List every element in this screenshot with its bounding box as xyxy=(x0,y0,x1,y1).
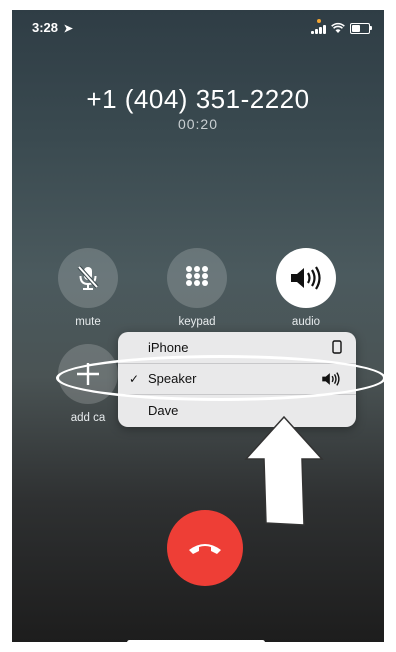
phone-icon xyxy=(332,340,342,354)
menu-item-label: Dave xyxy=(148,403,179,419)
annotation-up-arrow xyxy=(244,415,324,526)
location-icon: ➤ xyxy=(63,23,73,35)
audio-label: audio xyxy=(291,316,321,328)
microphone-indicator-dot xyxy=(317,19,321,23)
keypad-circle[interactable] xyxy=(167,248,227,308)
status-bar: 3:28 ➤ xyxy=(12,18,384,38)
signal-icon xyxy=(311,25,326,34)
audio-circle[interactable] xyxy=(276,248,336,308)
status-icons xyxy=(311,19,372,34)
speaker-icon xyxy=(291,266,321,290)
call-duration: 00:20 xyxy=(177,116,219,132)
battery-icon xyxy=(350,23,372,34)
status-time: 3:28 ➤ xyxy=(32,20,73,35)
mute-label: mute xyxy=(75,316,101,328)
caller-number: +1 (404) 351-2220 xyxy=(86,84,310,114)
end-call-button[interactable] xyxy=(167,510,243,586)
home-indicator[interactable] xyxy=(127,640,265,645)
mute-button[interactable]: mute xyxy=(58,248,118,328)
wifi-icon xyxy=(331,22,345,33)
add-call-label: add ca xyxy=(70,412,106,424)
audio-button[interactable]: audio xyxy=(276,248,336,328)
keypad-icon xyxy=(186,266,208,286)
mute-circle[interactable] xyxy=(58,248,118,308)
menu-item-label: iPhone xyxy=(148,339,189,355)
phone-screen: 3:28 ➤ +1 (404) 351-2220 00:20 mute keyp… xyxy=(12,10,384,642)
annotation-ellipse xyxy=(56,355,384,401)
battery-level xyxy=(352,25,360,32)
mic-off-icon xyxy=(77,265,99,290)
hang-up-icon xyxy=(189,544,221,554)
keypad-button[interactable]: keypad xyxy=(167,248,227,328)
keypad-label: keypad xyxy=(178,316,216,328)
